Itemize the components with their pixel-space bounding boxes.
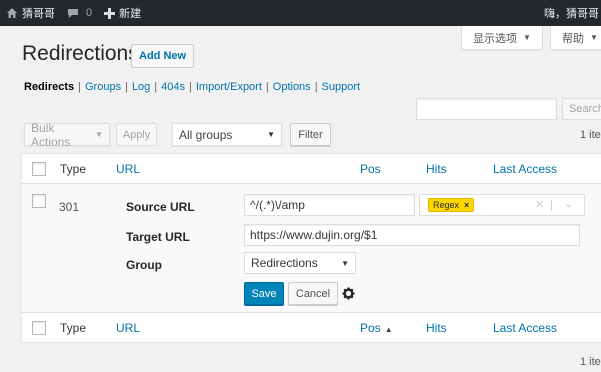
search-input[interactable] bbox=[416, 98, 557, 120]
caret-down-icon: ▼ bbox=[341, 258, 349, 268]
regex-flag-label: Regex bbox=[433, 200, 460, 210]
site-name-link[interactable]: 猜哥哥 bbox=[0, 0, 61, 26]
separator: | bbox=[550, 199, 553, 211]
help-toggle[interactable]: 帮助 ▼ bbox=[550, 26, 601, 50]
caret-down-icon: ▼ bbox=[590, 33, 598, 42]
col-url-footer[interactable]: URL bbox=[116, 321, 140, 335]
target-url-label: Target URL bbox=[126, 230, 190, 244]
col-url[interactable]: URL bbox=[116, 162, 140, 176]
comment-icon bbox=[68, 9, 78, 18]
col-pos-footer[interactable]: Pos ▲ bbox=[360, 321, 393, 335]
screen-options-toggle[interactable]: 显示选项 ▼ bbox=[461, 26, 543, 50]
greeting: 嗨，猜哥哥 bbox=[544, 8, 599, 20]
col-type: Type bbox=[60, 161, 87, 176]
sort-up-icon: ▲ bbox=[384, 324, 393, 334]
group-label: Group bbox=[126, 258, 162, 272]
col-hits[interactable]: Hits bbox=[426, 162, 447, 176]
regex-flag: Regex × bbox=[428, 198, 475, 212]
table-row: 301 Source URL ^/(.*)\/amp Regex × ✕ | ⌄… bbox=[22, 184, 601, 312]
clear-icon[interactable]: ✕ bbox=[535, 198, 544, 211]
group-select-value: Redirections bbox=[251, 256, 318, 270]
redirects-table: Type URL Pos Hits Last Access 301 Source… bbox=[21, 153, 601, 343]
admin-bar: 猜哥哥 0 新建 嗨，猜哥哥 bbox=[0, 0, 601, 26]
group-filter-label: All groups bbox=[179, 127, 233, 142]
col-pos[interactable]: Pos bbox=[360, 162, 381, 176]
subnav-import-export[interactable]: Import/Export bbox=[196, 81, 262, 93]
bulk-actions-label: Bulk Actions bbox=[31, 120, 71, 149]
chevron-down-icon[interactable]: ⌄ bbox=[564, 197, 573, 210]
new-content-link[interactable]: 新建 bbox=[98, 0, 147, 26]
apply-button[interactable]: Apply bbox=[116, 123, 157, 146]
filter-button[interactable]: Filter bbox=[290, 123, 331, 146]
remove-flag-icon[interactable]: × bbox=[464, 200, 469, 210]
gear-icon[interactable] bbox=[341, 286, 356, 301]
items-count-top: 1 ite bbox=[580, 129, 601, 141]
plus-icon bbox=[104, 7, 116, 19]
col-last-access[interactable]: Last Access bbox=[493, 162, 557, 176]
group-select[interactable]: Redirections ▼ bbox=[244, 252, 356, 274]
flags-select[interactable]: Regex × ✕ | ⌄ bbox=[419, 194, 585, 216]
caret-down-icon: ▼ bbox=[523, 33, 531, 42]
row-checkbox[interactable] bbox=[32, 194, 46, 208]
new-label: 新建 bbox=[119, 8, 142, 20]
source-url-label: Source URL bbox=[126, 200, 195, 214]
group-filter-select[interactable]: All groups ▼ bbox=[172, 123, 282, 146]
subnav-support[interactable]: Support bbox=[322, 81, 361, 93]
home-icon bbox=[7, 8, 17, 18]
row-type: 301 bbox=[59, 200, 80, 214]
subnav-log[interactable]: Log bbox=[132, 81, 150, 93]
comments-count: 0 bbox=[86, 7, 93, 19]
caret-down-icon: ▼ bbox=[267, 130, 275, 139]
account-link[interactable]: 嗨，猜哥哥 bbox=[544, 0, 601, 26]
cancel-button[interactable]: Cancel bbox=[288, 282, 338, 305]
page-title: Redirections bbox=[22, 42, 139, 65]
col-type-footer: Type bbox=[60, 320, 87, 335]
select-all-checkbox[interactable] bbox=[32, 161, 46, 176]
col-last-access-footer[interactable]: Last Access bbox=[493, 321, 557, 335]
subnav-redirects[interactable]: Redirects bbox=[24, 81, 74, 93]
comments-link[interactable]: 0 bbox=[61, 0, 98, 26]
search-button[interactable]: Search bbox=[562, 98, 601, 120]
caret-down-icon: ▼ bbox=[95, 130, 103, 139]
add-new-button[interactable]: Add New bbox=[131, 44, 195, 68]
subnav-404s[interactable]: 404s bbox=[161, 81, 185, 93]
source-url-input[interactable]: ^/(.*)\/amp bbox=[244, 194, 415, 216]
table-header: Type URL Pos Hits Last Access bbox=[22, 154, 601, 184]
items-count-bottom: 1 ite bbox=[580, 356, 601, 368]
table-footer: Type URL Pos ▲ Hits Last Access bbox=[22, 312, 601, 342]
screen-options-label: 显示选项 bbox=[473, 32, 518, 45]
bulk-actions-select[interactable]: Bulk Actions ▼ bbox=[24, 120, 110, 149]
site-name: 猜哥哥 bbox=[22, 8, 55, 20]
col-pos-footer-label: Pos bbox=[360, 320, 381, 335]
subnav-options[interactable]: Options bbox=[273, 81, 311, 93]
subnav-groups[interactable]: Groups bbox=[85, 81, 121, 93]
target-url-input[interactable]: https://www.dujin.org/$1 bbox=[244, 224, 580, 246]
save-button[interactable]: Save bbox=[244, 282, 284, 305]
select-all-checkbox-footer[interactable] bbox=[32, 320, 46, 335]
col-hits-footer[interactable]: Hits bbox=[426, 321, 447, 335]
help-label: 帮助 bbox=[562, 32, 585, 45]
subsubsub-nav: Redirects | Groups | Log | 404s | Import/Export |… bbox=[24, 81, 361, 93]
